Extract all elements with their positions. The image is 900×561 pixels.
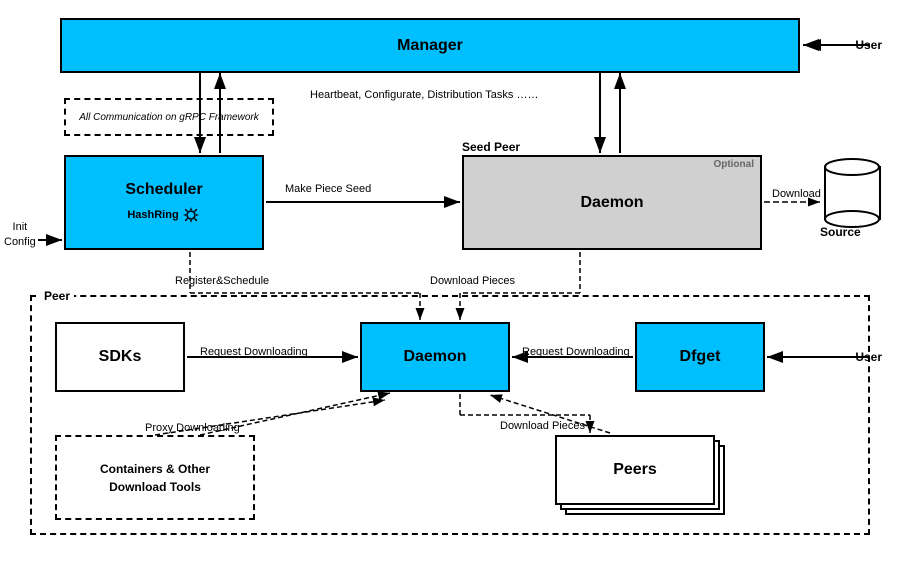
- init-config-label: Init Config: [4, 220, 36, 251]
- peers-label: Peers: [613, 461, 657, 479]
- peer-label: Peer: [40, 289, 74, 303]
- source-label: Source: [820, 225, 861, 239]
- download-pieces-bottom-label: Download Pieces: [500, 420, 585, 432]
- user-top-label: User: [855, 38, 882, 52]
- optional-label: Optional: [713, 159, 754, 170]
- all-comm-label: All Communication on gRPC Framework: [79, 112, 259, 123]
- diagram: Manager User Init Config All Communicati…: [0, 0, 900, 561]
- user-right-label: User: [855, 350, 882, 364]
- make-piece-seed-label: Make Piece Seed: [285, 183, 371, 195]
- dfget-label: Dfget: [680, 348, 721, 366]
- request-downloading-sdks-label: Request Downloading: [200, 345, 308, 359]
- containers-box: Containers & Other Download Tools: [55, 435, 255, 520]
- containers-label: Containers & Other Download Tools: [100, 460, 210, 496]
- download-pieces-top-label: Download Pieces: [430, 275, 515, 287]
- register-schedule-label: Register&Schedule: [175, 275, 269, 287]
- source-cylinder: Source: [820, 155, 880, 225]
- peer-daemon-box: Daemon: [360, 322, 510, 392]
- manager-box: Manager: [60, 18, 800, 73]
- proxy-downloading-label: Proxy Downloading: [145, 422, 240, 434]
- scheduler-box: Scheduler HashRing: [64, 155, 264, 250]
- source-svg: [820, 155, 885, 230]
- all-comm-container: All Communication on gRPC Framework: [64, 98, 274, 136]
- seed-peer-label: Seed Peer: [462, 140, 520, 154]
- peer-daemon-label: Daemon: [403, 348, 466, 366]
- download-label: Download: [772, 188, 821, 200]
- hashring-icon: [181, 205, 201, 225]
- sdks-label: SDKs: [99, 348, 142, 366]
- sdks-box: SDKs: [55, 322, 185, 392]
- hashring-label: HashRing: [127, 209, 178, 221]
- request-downloading-dfget-label: Request Downloading: [522, 345, 630, 359]
- seed-daemon-box: Optional Daemon: [462, 155, 762, 250]
- seed-daemon-label: Daemon: [580, 194, 643, 212]
- heartbeat-label: Heartbeat, Configurate, Distribution Tas…: [310, 88, 538, 103]
- manager-label: Manager: [397, 37, 463, 55]
- dfget-box: Dfget: [635, 322, 765, 392]
- scheduler-label: Scheduler: [125, 181, 202, 199]
